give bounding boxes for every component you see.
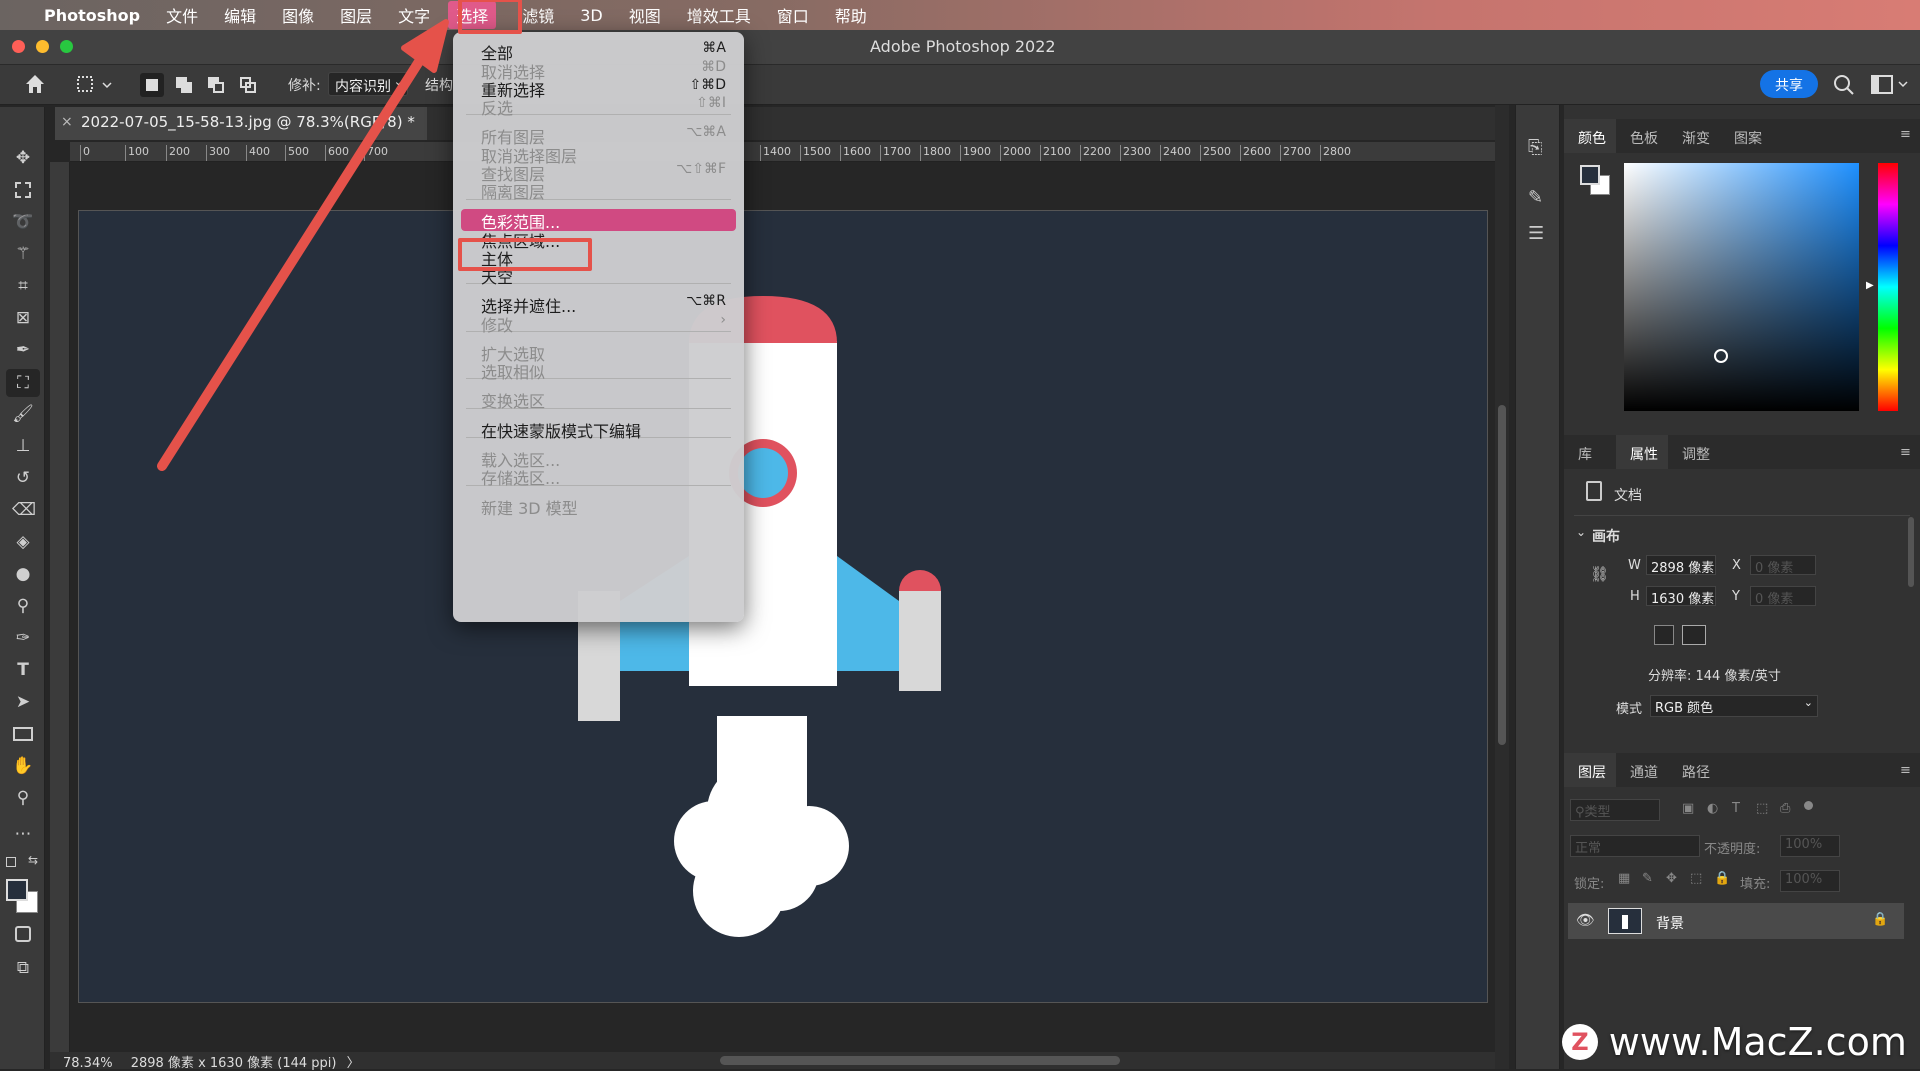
watermark-logo-icon: Z — [1562, 1024, 1598, 1060]
annotation-arrow — [157, 19, 449, 471]
watermark: Z www.MacZ.com — [1562, 1020, 1907, 1064]
watermark-text: www.MacZ.com — [1608, 1020, 1907, 1064]
